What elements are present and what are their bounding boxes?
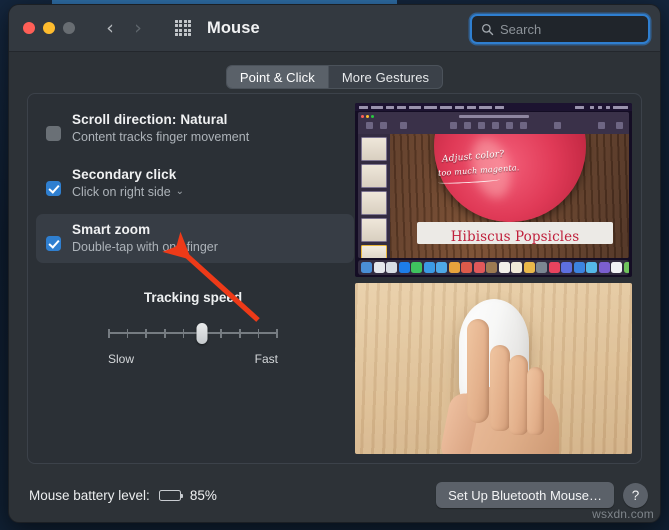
forward-button[interactable]: › (127, 17, 149, 39)
close-button[interactable] (23, 22, 35, 34)
gesture-preview-area: Adjust color? too much magenta. Hibiscus… (355, 103, 632, 454)
mock-menubar (355, 103, 632, 111)
mock-slide-navigator (358, 134, 390, 258)
option-subtitle: Double-tap with one finger (72, 240, 218, 254)
slide-heading: Hibiscus Popsicles (450, 229, 580, 244)
option-subtitle: Click on right side (72, 185, 171, 199)
mock-toolbar (358, 112, 629, 134)
slider-thumb[interactable] (196, 323, 207, 344)
magic-mouse-photo (355, 282, 632, 454)
mock-keynote-window: Adjust color? too much magenta. Hibiscus… (358, 112, 629, 258)
hand-illustration (433, 318, 565, 454)
search-field[interactable] (470, 14, 660, 44)
search-icon (481, 23, 494, 35)
show-all-grid-icon[interactable] (175, 20, 191, 36)
back-button[interactable]: ‹ (99, 17, 121, 39)
set-up-bluetooth-mouse-button[interactable]: Set Up Bluetooth Mouse… (436, 482, 614, 508)
watermark: wsxdn.com (592, 507, 654, 521)
secondary-click-checkbox[interactable] (46, 181, 61, 196)
option-secondary-click[interactable]: Secondary click Click on right side ⌄ (36, 159, 354, 208)
gesture-options-list: Scroll direction: Natural Content tracks… (36, 104, 354, 269)
battery-label: Mouse battery level: (29, 487, 150, 503)
scroll-direction-checkbox[interactable] (46, 126, 61, 141)
chevron-down-icon[interactable]: ⌄ (176, 187, 184, 197)
tracking-speed-label: Tracking speed (143, 290, 243, 305)
smart-zoom-demo-video: Adjust color? too much magenta. Hibiscus… (355, 103, 632, 277)
search-input[interactable] (500, 21, 660, 37)
mouse-preferences-window: ‹ › Mouse Point & Click More Gestures (8, 4, 661, 523)
tracking-speed-control: Tracking speed Slow Fast (48, 290, 338, 366)
page-title: Mouse (207, 18, 260, 37)
help-button[interactable]: ? (623, 482, 648, 508)
battery-icon (158, 489, 184, 501)
tab-point-and-click[interactable]: Point & Click (226, 66, 329, 88)
bottom-bar: Mouse battery level: 85% Set Up Bluetoot… (9, 468, 660, 522)
slider-max-label: Fast (254, 352, 278, 366)
window-titlebar: ‹ › Mouse (9, 5, 660, 52)
minimize-button[interactable] (43, 22, 55, 34)
desktop-backdrop: ‹ › Mouse Point & Click More Gestures (0, 0, 669, 530)
slider-ticks (108, 328, 278, 338)
option-title: Smart zoom (72, 222, 151, 237)
traffic-light-buttons (23, 22, 75, 34)
tab-bar: Point & Click More Gestures (9, 65, 660, 89)
option-subtitle: Content tracks finger movement (72, 130, 250, 144)
mock-dock (358, 259, 629, 275)
slide-text-card: Hibiscus Popsicles The beautiful hibiscu… (417, 222, 613, 244)
battery-percent: 85% (189, 487, 217, 503)
option-scroll-direction[interactable]: Scroll direction: Natural Content tracks… (36, 104, 354, 153)
option-title: Scroll direction: Natural (72, 112, 228, 127)
slider-end-labels: Slow Fast (108, 352, 278, 366)
option-title: Secondary click (72, 167, 177, 182)
mock-slide-canvas: Adjust color? too much magenta. Hibiscus… (390, 134, 629, 258)
preferences-panel: Scroll direction: Natural Content tracks… (27, 93, 642, 464)
navigation-buttons: ‹ › (99, 17, 149, 39)
tracking-speed-slider[interactable] (108, 318, 278, 348)
zoom-button[interactable] (63, 22, 75, 34)
battery-status: Mouse battery level: 85% (29, 488, 217, 503)
smart-zoom-checkbox[interactable] (46, 236, 61, 251)
slider-min-label: Slow (108, 352, 135, 366)
option-smart-zoom[interactable]: Smart zoom Double-tap with one finger (36, 214, 354, 263)
tab-more-gestures[interactable]: More Gestures (329, 66, 442, 88)
